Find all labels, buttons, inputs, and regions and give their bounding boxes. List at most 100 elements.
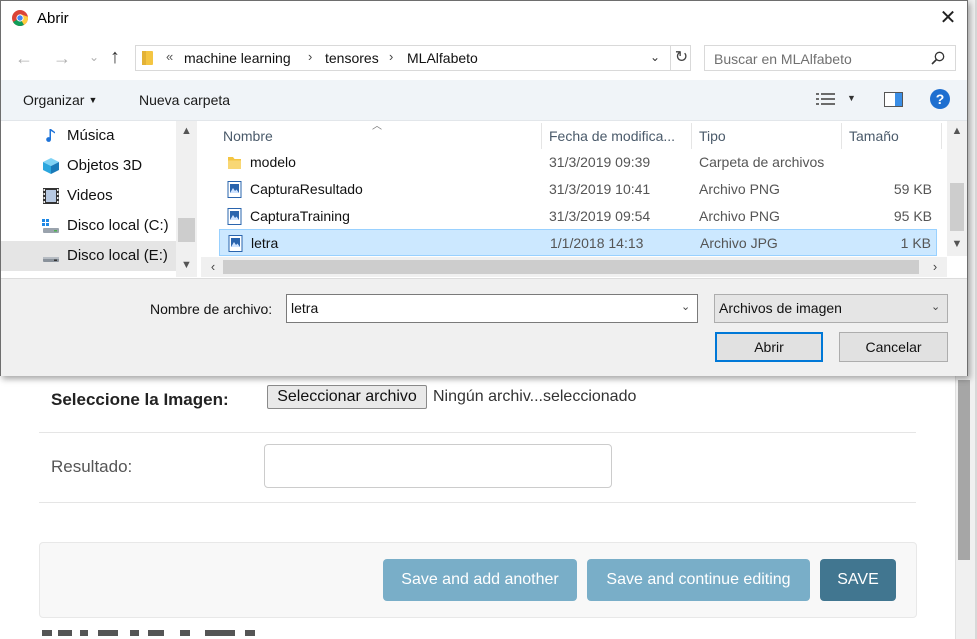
filename-value: letra — [291, 300, 319, 316]
dialog-title: Abrir — [37, 10, 69, 27]
file-date: 31/3/2019 10:41 — [549, 181, 651, 197]
refresh-icon[interactable]: ↻ — [670, 46, 692, 70]
image-upload-row: Seleccione la Imagen: Seleccionar archiv… — [39, 378, 916, 433]
file-type-select[interactable]: Archivos de imagen ⌄ — [714, 294, 948, 323]
dialog-title-bar[interactable]: Abrir ✕ — [1, 1, 967, 36]
file-date: 1/1/2018 14:13 — [550, 235, 644, 251]
view-options-caret-icon[interactable]: ▼ — [847, 93, 856, 103]
column-divider[interactable] — [541, 123, 542, 149]
filename-input[interactable]: letra ⌄ — [286, 294, 698, 323]
sidebar-item-drive-c[interactable]: Disco local (C:) — [1, 211, 176, 241]
file-row-selected[interactable]: letra 1/1/2018 14:13 Archivo JPG 1 KB — [219, 229, 937, 256]
close-icon[interactable]: ✕ — [930, 1, 966, 36]
sort-ascending-icon: ︿ — [372, 121, 382, 132]
save-and-add-another-button[interactable]: Save and add another — [383, 559, 577, 601]
folder-icon — [228, 157, 241, 169]
file-type: Archivo PNG — [699, 208, 780, 224]
chevron-down-icon[interactable]: ⌄ — [681, 300, 690, 313]
save-and-continue-editing-button[interactable]: Save and continue editing — [587, 559, 810, 601]
forward-arrow-icon[interactable]: → — [53, 48, 71, 69]
image-field-label: Seleccione la Imagen: — [51, 390, 229, 409]
file-name: modelo — [250, 154, 296, 170]
caret-down-icon: ▼ — [88, 95, 98, 105]
sidebar-item-label: Objetos 3D — [67, 157, 143, 174]
file-list-vertical-scrollbar[interactable]: ▲ ▼ — [947, 121, 967, 256]
dialog-toolbar: Organizar ▼ Nueva carpeta ▼ ? — [1, 80, 967, 121]
scroll-right-arrow-icon[interactable]: › — [927, 257, 943, 277]
file-row[interactable]: CapturaResultado 31/3/2019 10:41 Archivo… — [219, 176, 937, 203]
select-file-button[interactable]: Seleccionar archivo — [267, 385, 427, 409]
column-divider[interactable] — [941, 123, 942, 149]
organize-menu-button[interactable]: Organizar ▼ — [23, 92, 97, 108]
column-divider[interactable] — [841, 123, 842, 149]
details-view-icon[interactable] — [816, 92, 836, 107]
file-status-text: Ningún archiv...seleccionado — [433, 388, 637, 405]
file-row[interactable]: modelo 31/3/2019 09:39 Carpeta de archiv… — [219, 149, 937, 176]
image-file-icon — [227, 208, 242, 225]
scrollbar-thumb[interactable] — [178, 218, 195, 242]
sidebar-item-label: Disco local (C:) — [67, 217, 169, 234]
file-row[interactable]: CapturaTraining 31/3/2019 09:54 Archivo … — [219, 203, 937, 230]
scroll-up-arrow-icon[interactable]: ▲ — [947, 121, 967, 141]
back-arrow-icon[interactable]: ← — [15, 48, 33, 69]
page-scrollbar-thumb[interactable] — [958, 380, 970, 560]
file-type-value: Archivos de imagen — [719, 300, 842, 316]
search-input[interactable]: Buscar en MLAlfabeto — [704, 45, 956, 71]
file-name: CapturaTraining — [250, 208, 350, 224]
save-button[interactable]: SAVE — [820, 559, 896, 601]
address-bar[interactable]: « machine learning › tensores › MLAlfabe… — [135, 45, 691, 71]
drive-e-icon — [43, 257, 59, 262]
image-file-icon — [228, 235, 243, 252]
sidebar-item-videos[interactable]: Videos — [1, 181, 176, 211]
breadcrumb-chevron-icon[interactable]: › — [308, 49, 312, 64]
sidebar-item-label: Disco local (E:) — [67, 247, 168, 264]
scroll-down-arrow-icon[interactable]: ▼ — [176, 255, 197, 275]
result-field-label: Resultado: — [51, 457, 133, 476]
open-button[interactable]: Abrir — [715, 332, 823, 362]
breadcrumb-item[interactable]: machine learning — [184, 50, 291, 66]
preview-pane-icon[interactable] — [884, 92, 903, 107]
scroll-down-arrow-icon[interactable]: ▼ — [947, 234, 967, 254]
column-header-type[interactable]: Tipo — [699, 128, 726, 144]
column-header-date[interactable]: Fecha de modifica... — [549, 128, 675, 144]
submit-row: Save and add another Save and continue e… — [39, 542, 917, 618]
file-size: 95 KB — [893, 208, 932, 224]
result-row: Resultado: — [39, 433, 916, 503]
scroll-up-arrow-icon[interactable]: ▲ — [176, 121, 197, 141]
file-date: 31/3/2019 09:39 — [549, 154, 651, 170]
breadcrumb-item[interactable]: MLAlfabeto — [407, 50, 478, 66]
open-file-dialog: Abrir ✕ ← → ⌄ ↑ « machine learning › ten… — [0, 0, 968, 376]
sidebar-item-label: Música — [67, 127, 115, 144]
scroll-left-arrow-icon[interactable]: ‹ — [205, 257, 221, 277]
sidebar-item-label: Videos — [67, 187, 113, 204]
up-arrow-icon[interactable]: ↑ — [110, 46, 120, 69]
column-divider[interactable] — [691, 123, 692, 149]
breadcrumb-overflow-icon[interactable]: « — [166, 49, 173, 64]
sidebar-item-music[interactable]: Música — [1, 121, 176, 151]
search-icon[interactable] — [931, 51, 945, 65]
help-icon[interactable]: ? — [930, 89, 950, 109]
file-type: Carpeta de archivos — [699, 154, 825, 170]
navigation-pane-scrollbar[interactable]: ▲ ▼ — [176, 121, 197, 277]
breadcrumb-chevron-icon[interactable]: › — [389, 49, 393, 64]
file-size: 1 KB — [900, 235, 931, 251]
file-list-horizontal-scrollbar[interactable]: ‹ › — [201, 257, 947, 277]
column-header-name[interactable]: Nombre — [223, 128, 273, 144]
result-input[interactable] — [264, 444, 612, 488]
video-icon — [43, 188, 59, 204]
column-header-size[interactable]: Tamaño — [849, 128, 899, 144]
drive-c-icon — [42, 219, 59, 233]
search-placeholder: Buscar en MLAlfabeto — [714, 51, 852, 67]
breadcrumb-item[interactable]: tensores — [325, 50, 379, 66]
scrollbar-thumb[interactable] — [223, 260, 919, 274]
chrome-icon — [12, 10, 28, 26]
cancel-button[interactable]: Cancelar — [839, 332, 948, 362]
scrollbar-thumb[interactable] — [950, 183, 964, 231]
sidebar-item-drive-e[interactable]: Disco local (E:) — [1, 241, 176, 271]
recent-locations-chevron-icon[interactable]: ⌄ — [89, 50, 99, 64]
sidebar-item-3d-objects[interactable]: Objetos 3D — [1, 151, 176, 181]
new-folder-button[interactable]: Nueva carpeta — [139, 92, 230, 108]
address-history-chevron-icon[interactable]: ⌄ — [650, 50, 660, 64]
chevron-down-icon[interactable]: ⌄ — [931, 300, 940, 313]
filename-label: Nombre de archivo: — [150, 301, 273, 317]
